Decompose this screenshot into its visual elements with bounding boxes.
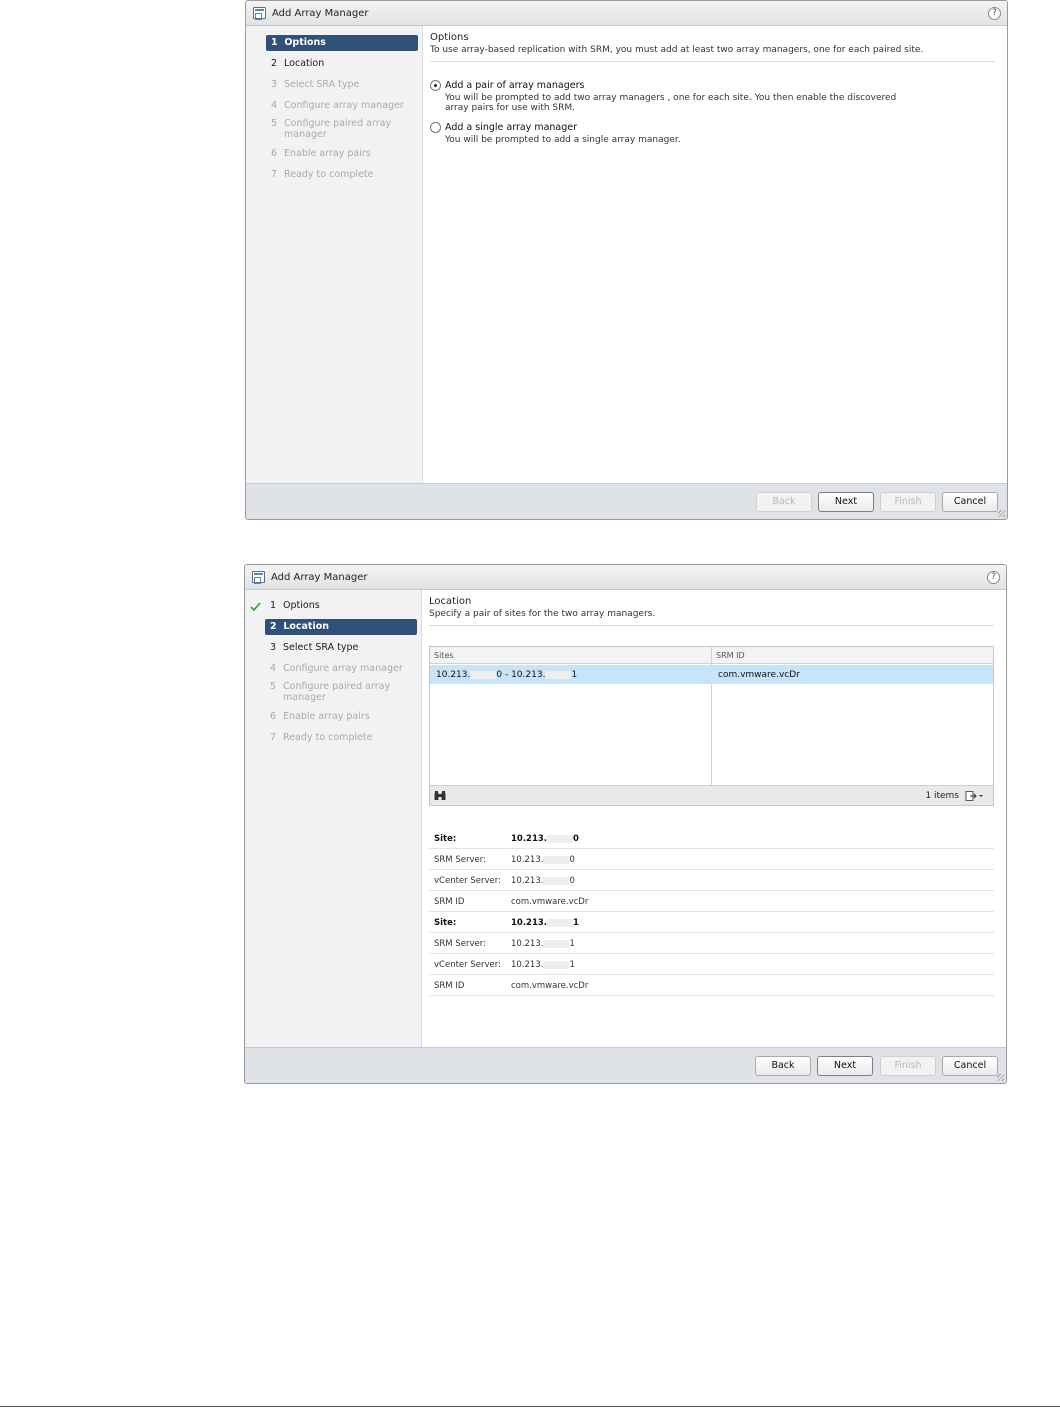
option-description: You will be prompted to add a single arr… xyxy=(445,135,681,145)
wizard-step-configure-array-manager: 4 Configure array manager xyxy=(271,100,404,111)
back-button[interactable]: Back xyxy=(755,1056,811,1076)
page-bottom-rule xyxy=(0,1406,1060,1407)
wizard-steps-nav: 1 Options 2 Location 3 Select SRA type 4… xyxy=(245,590,422,1047)
wizard-footer: Back Next Finish Cancel xyxy=(245,1047,1006,1083)
dialog-titlebar: Add Array Manager ? xyxy=(245,565,1006,590)
detail-row-site-b: Site: 10.213. 1 xyxy=(429,912,994,933)
next-button[interactable]: Next xyxy=(818,492,874,512)
wizard-step-options[interactable]: 1 Options xyxy=(265,598,417,614)
detail-row-site-a: Site: 10.213. 0 xyxy=(429,828,994,849)
items-count: 1 items xyxy=(925,791,959,801)
site-details: Site: 10.213. 0 SRM Server: 10.213. 0 vCen… xyxy=(429,828,994,996)
dialog-title: Add Array Manager xyxy=(271,572,368,583)
section-title: Options xyxy=(430,32,469,43)
dialog-title: Add Array Manager xyxy=(272,8,369,19)
detail-row-srm-server-a: SRM Server: 10.213. 0 xyxy=(429,849,994,870)
radio-add-pair[interactable] xyxy=(430,80,441,91)
option-label: Add a single array manager xyxy=(445,122,578,133)
cell-srm-id: com.vmware.vcDr xyxy=(718,670,800,680)
wizard-step-enable-array-pairs: 6 Enable array pairs xyxy=(271,148,371,159)
wizard-step-select-sra-type: 3 Select SRA type xyxy=(271,79,360,90)
help-icon[interactable]: ? xyxy=(988,7,1001,20)
add-array-manager-dialog-options: Add Array Manager ? 1 Options 2 Location… xyxy=(245,0,1008,520)
wizard-footer: Back Next Finish Cancel xyxy=(246,483,1007,519)
checkmark-icon xyxy=(250,602,261,612)
detail-row-srm-id-b: SRM ID com.vmware.vcDr xyxy=(429,975,994,996)
cell-sites: 10.213. 0 - 10.213. 1 xyxy=(436,670,578,680)
finish-button[interactable]: Finish xyxy=(880,492,936,512)
next-button[interactable]: Next xyxy=(817,1056,873,1076)
section-title: Location xyxy=(429,596,472,607)
option-label: Add a pair of array managers xyxy=(445,80,585,91)
wizard-content: Options To use array-based replication w… xyxy=(430,32,995,145)
grid-footer: 1 items xyxy=(430,785,993,805)
wizard-step-location[interactable]: 2 Location xyxy=(265,619,417,635)
divider xyxy=(430,61,995,62)
detail-row-srm-id-a: SRM ID com.vmware.vcDr xyxy=(429,891,994,912)
add-array-manager-dialog-location: Add Array Manager ? 1 Options 2 Location… xyxy=(244,564,1007,1084)
divider xyxy=(429,625,994,626)
back-button[interactable]: Back xyxy=(756,492,812,512)
wizard-step-configure-array-manager: 4 Configure array manager xyxy=(270,663,403,674)
dialog-window-icon xyxy=(253,7,266,20)
wizard-step-ready-to-complete: 7 Ready to complete xyxy=(270,732,373,743)
wizard-step-select-sra-type[interactable]: 3 Select SRA type xyxy=(265,640,417,656)
wizard-content: Location Specify a pair of sites for the… xyxy=(429,596,994,996)
finish-button[interactable]: Finish xyxy=(880,1056,936,1076)
section-description: Specify a pair of sites for the two arra… xyxy=(429,609,656,619)
wizard-step-configure-paired-array-manager: 5 Configure paired array manager xyxy=(271,118,392,140)
cancel-button[interactable]: Cancel xyxy=(942,492,998,512)
column-header-sites[interactable]: Sites xyxy=(434,651,454,660)
radio-add-single[interactable] xyxy=(430,122,441,133)
wizard-step-location[interactable]: 2 Location xyxy=(266,56,418,72)
resize-grip[interactable] xyxy=(997,1074,1004,1081)
wizard-step-options[interactable]: 1 Options xyxy=(266,35,418,51)
wizard-step-enable-array-pairs: 6 Enable array pairs xyxy=(270,711,370,722)
wizard-step-configure-paired-array-manager: 5 Configure paired array manager xyxy=(270,681,391,703)
detail-row-vcenter-server-a: vCenter Server: 10.213. 0 xyxy=(429,870,994,891)
dialog-window-icon xyxy=(252,571,265,584)
sites-grid: Sites SRM ID 10.213. 0 - 10.213. 1 com.vmw… xyxy=(429,646,994,806)
column-header-srm-id[interactable]: SRM ID xyxy=(716,651,745,660)
wizard-steps-nav: 1 Options 2 Location 3 Select SRA type 4… xyxy=(246,26,423,483)
detail-row-vcenter-server-b: vCenter Server: 10.213. 1 xyxy=(429,954,994,975)
resize-grip[interactable] xyxy=(998,510,1005,517)
export-icon[interactable] xyxy=(965,791,985,801)
option-description: You will be prompted to add two array ma… xyxy=(445,93,897,113)
detail-row-srm-server-b: SRM Server: 10.213. 1 xyxy=(429,933,994,954)
cancel-button[interactable]: Cancel xyxy=(942,1056,998,1076)
dialog-titlebar: Add Array Manager ? xyxy=(246,1,1007,26)
binoculars-icon[interactable] xyxy=(434,791,446,801)
table-row[interactable]: 10.213. 0 - 10.213. 1 com.vmware.vcDr xyxy=(430,665,993,684)
wizard-step-ready-to-complete: 7 Ready to complete xyxy=(271,169,374,180)
help-icon[interactable]: ? xyxy=(987,571,1000,584)
section-description: To use array-based replication with SRM,… xyxy=(430,45,924,55)
